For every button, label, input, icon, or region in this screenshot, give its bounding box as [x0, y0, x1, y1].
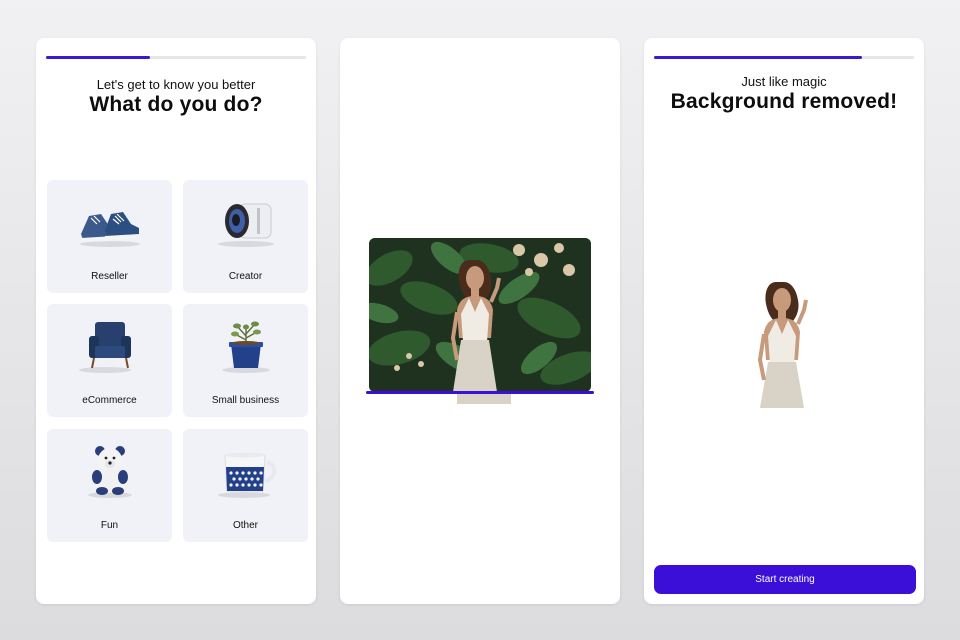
- category-label: Fun: [100, 520, 119, 531]
- category-tile-reseller[interactable]: Reseller: [47, 180, 172, 293]
- category-label: Other: [232, 520, 258, 531]
- sneakers-icon: [75, 194, 145, 255]
- category-tile-ecommerce[interactable]: eCommerce: [47, 304, 172, 417]
- potted-plant-icon: [211, 318, 281, 379]
- category-tile-other[interactable]: Other: [183, 429, 308, 542]
- category-tile-creator[interactable]: Creator: [183, 180, 308, 293]
- screen-title: What do you do?: [89, 93, 263, 116]
- processing-screen: [340, 38, 620, 604]
- mug-icon: [211, 443, 281, 504]
- category-label: Creator: [228, 271, 263, 282]
- cutout-result: [754, 280, 818, 410]
- start-creating-button[interactable]: Start creating: [654, 565, 916, 594]
- jungle-photo: [369, 238, 591, 392]
- teddy-bear-icon: [75, 443, 145, 504]
- screen-subtitle: Just like magic: [741, 74, 827, 89]
- onboarding-screen-occupation: Let's get to know you better What do you…: [36, 38, 316, 604]
- person-cutout: [757, 282, 808, 408]
- screen-title: Background removed!: [670, 90, 898, 113]
- category-label: Reseller: [91, 271, 128, 282]
- progress-fill: [46, 56, 150, 59]
- result-screen: Just like magic Background removed! Star…: [644, 38, 924, 604]
- progress-bar: [654, 56, 914, 59]
- armchair-icon: [75, 318, 145, 379]
- category-tile-small-business[interactable]: Small business: [183, 304, 308, 417]
- progress-bar: [46, 56, 306, 59]
- photo-preview: [369, 238, 591, 392]
- category-label: eCommerce: [82, 395, 137, 406]
- camera-lens-icon: [211, 194, 281, 255]
- scan-line: [366, 391, 594, 394]
- category-tile-fun[interactable]: Fun: [47, 429, 172, 542]
- category-label: Small business: [211, 395, 280, 406]
- screen-subtitle: Let's get to know you better: [96, 77, 256, 92]
- progress-fill: [654, 56, 862, 59]
